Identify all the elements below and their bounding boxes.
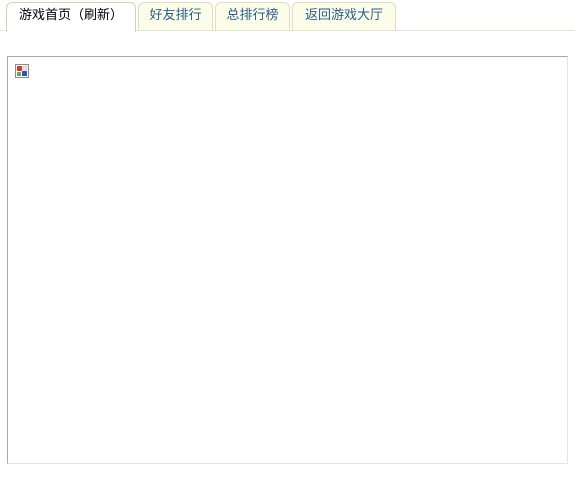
tab-bar: 游戏首页（刷新） 好友排行 总排行榜 返回游戏大厅: [0, 0, 575, 32]
game-content-frame[interactable]: [7, 56, 568, 464]
tab-back-to-lobby[interactable]: 返回游戏大厅: [292, 2, 396, 31]
broken-image-icon: [15, 64, 29, 78]
tab-friends-ranking[interactable]: 好友排行: [138, 2, 213, 31]
tab-game-home[interactable]: 游戏首页（刷新）: [6, 2, 136, 32]
tab-total-ranking[interactable]: 总排行榜: [215, 2, 290, 31]
game-page: 游戏首页（刷新） 好友排行 总排行榜 返回游戏大厅: [0, 0, 575, 484]
